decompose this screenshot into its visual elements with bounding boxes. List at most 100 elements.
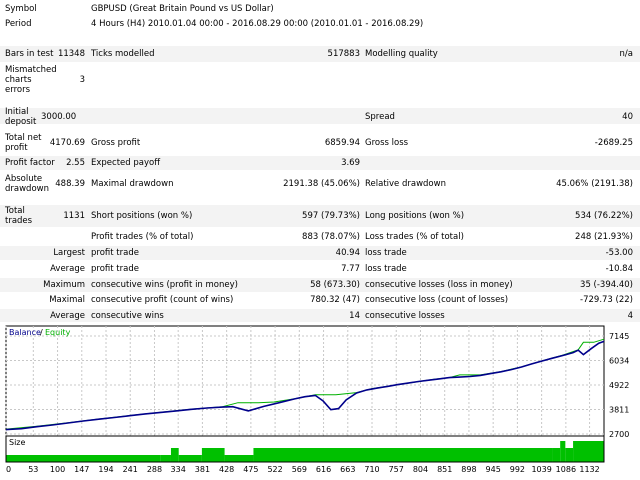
x-tick-label: 288 — [147, 465, 162, 474]
x-tick-label: 1086 — [556, 465, 576, 474]
chart-svg: 7145 6034 4922 3811 2700 0 53 100 147 194 241 288 3… — [4, 324, 634, 474]
x-tick-label: 663 — [340, 465, 355, 474]
average2-label: Average — [50, 311, 85, 321]
x-tick-label: 475 — [243, 465, 258, 474]
mismatch-label-line1: Mismatched — [5, 65, 57, 75]
avg-wins-label: consecutive wins — [91, 311, 164, 321]
mismatch-label-line3: errors — [5, 85, 31, 95]
largest-loss-value: -53.00 — [605, 248, 633, 258]
size-bar — [573, 441, 604, 462]
x-tick-label: 381 — [195, 465, 210, 474]
trades-label-line1: Total — [5, 206, 25, 216]
x-tick-label: 1132 — [579, 465, 599, 474]
x-tick-label: 851 — [437, 465, 452, 474]
grossloss-label: Gross loss — [365, 138, 409, 148]
pf-label: Profit factor — [5, 158, 55, 168]
largest-label: Largest — [53, 248, 85, 258]
x-tick-label: 898 — [461, 465, 476, 474]
loss-trades-label: Loss trades (% of total) — [365, 232, 464, 242]
long-value: 534 (76.22%) — [575, 211, 633, 221]
maximal-loss-value: -729.73 (22) — [580, 295, 633, 305]
x-tick-label: 0 — [6, 465, 11, 474]
deposit-label-line2: deposit — [5, 117, 37, 127]
size-bar — [565, 448, 574, 462]
x-tick-label: 1039 — [531, 465, 551, 474]
y-tick-label: 6034 — [609, 356, 629, 365]
y-tick-label: 7145 — [609, 332, 629, 341]
maximal-label: Maximal — [49, 295, 85, 305]
average-loss-label: loss trade — [365, 264, 407, 274]
avg-losses-value: 4 — [627, 311, 633, 321]
quality-label: Modelling quality — [365, 49, 438, 59]
y-tick-label: 4922 — [609, 381, 629, 390]
size-bar — [170, 448, 179, 462]
average-profit-label: profit trade — [91, 264, 139, 274]
absdd-label-line1: Absolute — [5, 174, 43, 184]
quality-value: n/a — [619, 49, 633, 59]
x-tick-label: 616 — [316, 465, 331, 474]
x-tick-label: 522 — [267, 465, 282, 474]
legend-balance: Balance — [9, 328, 41, 337]
mismatch-label-line2: charts — [5, 75, 32, 85]
x-tick-label: 428 — [219, 465, 234, 474]
profit-trades-value: 883 (78.07%) — [302, 232, 360, 242]
deposit-label-line1: Initial — [5, 107, 29, 117]
reldd-label: Relative drawdown — [365, 179, 446, 189]
size-bar — [201, 448, 225, 462]
maxdd-value: 2191.38 (45.06%) — [283, 179, 360, 189]
avg-losses-label: consecutive losses — [365, 311, 445, 321]
average-loss-value: -10.84 — [605, 264, 633, 274]
x-tick-label: 757 — [389, 465, 404, 474]
size-bar — [178, 455, 202, 462]
x-tick-label: 992 — [510, 465, 525, 474]
x-tick-label: 569 — [292, 465, 307, 474]
largest-profit-value: 40.94 — [335, 248, 360, 258]
legend-equity: Equity — [45, 328, 71, 337]
y-tick-label: 3811 — [609, 406, 629, 415]
maximal-loss-label: consecutive loss (count of losses) — [365, 295, 509, 305]
pf-value: 2.55 — [66, 158, 85, 168]
x-tick-label: 100 — [50, 465, 65, 474]
x-tick-label: 334 — [171, 465, 186, 474]
size-bar — [253, 448, 553, 462]
ticks-label: Ticks modelled — [91, 49, 155, 59]
maximal-profit-value: 780.32 (47) — [310, 295, 360, 305]
mismatch-value: 3 — [79, 75, 85, 85]
grossloss-value: -2689.25 — [594, 138, 633, 148]
x-tick-label: 53 — [28, 465, 38, 474]
x-tick-label: 147 — [74, 465, 89, 474]
size-label: Size — [9, 438, 26, 447]
row-band-deposit — [0, 108, 640, 124]
size-bar — [560, 441, 566, 462]
netprofit-label-line2: profit — [5, 143, 28, 153]
average-label: Average — [50, 264, 85, 274]
maximum-label: Maximum — [43, 280, 85, 290]
maximal-profit-label: consecutive profit (count of wins) — [91, 295, 234, 305]
short-value: 597 (79.73%) — [302, 211, 360, 221]
size-bar — [6, 455, 161, 462]
x-tick-label: 710 — [364, 465, 379, 474]
loss-trades-value: 248 (21.93%) — [575, 232, 633, 242]
max-losses-value: 35 (-394.40) — [580, 280, 633, 290]
x-tick-label: 804 — [413, 465, 428, 474]
spread-label: Spread — [365, 112, 395, 122]
reldd-value: 45.06% (2191.38) — [556, 179, 633, 189]
max-losses-label: consecutive losses (loss in money) — [365, 280, 513, 290]
largest-profit-label: profit trade — [91, 248, 139, 258]
x-tick-label: 945 — [486, 465, 501, 474]
netprofit-value: 4170.69 — [49, 138, 85, 148]
y-tick-label: 2700 — [609, 430, 629, 439]
grossprofit-value: 6859.94 — [324, 138, 360, 148]
short-label: Short positions (won %) — [91, 211, 193, 221]
profit-trades-label: Profit trades (% of total) — [91, 232, 194, 242]
period-label: Period — [5, 19, 32, 29]
legend-separator: / — [40, 328, 43, 337]
trades-label-line2: trades — [5, 216, 33, 226]
deposit-value: 3000.00 — [41, 112, 77, 122]
maxdd-label: Maximal drawdown — [91, 179, 174, 189]
size-bar — [160, 455, 171, 462]
bars-value: 11348 — [57, 49, 85, 59]
x-tick-label: 194 — [98, 465, 113, 474]
period-value: 4 Hours (H4) 2010.01.04 00:00 - 2016.08.… — [91, 19, 424, 29]
trades-value: 1131 — [63, 211, 85, 221]
